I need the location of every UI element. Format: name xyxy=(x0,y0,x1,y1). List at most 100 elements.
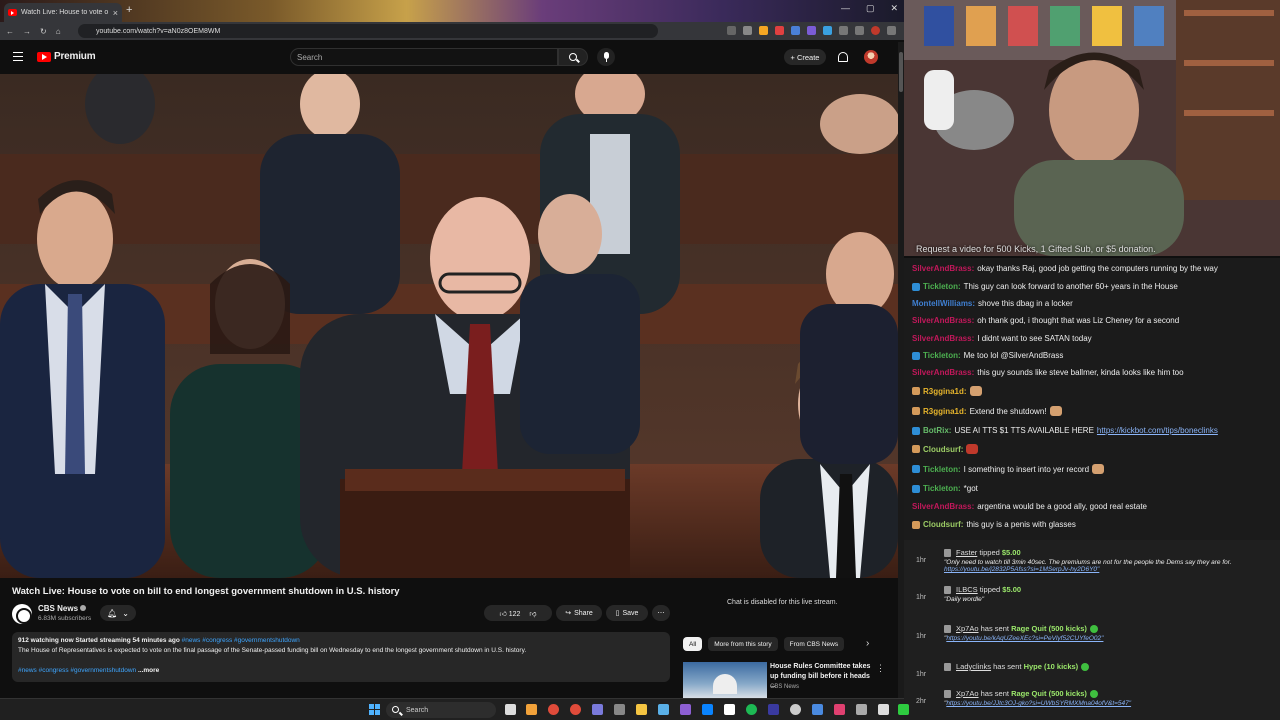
account-avatar[interactable] xyxy=(864,50,878,64)
channel-avatar[interactable] xyxy=(12,604,32,624)
minimize-button[interactable]: — xyxy=(841,3,850,14)
app-icon[interactable] xyxy=(526,704,537,715)
app-icon[interactable] xyxy=(812,704,823,715)
channel-name-text: CBS News xyxy=(38,604,79,613)
show-more-link[interactable]: ...more xyxy=(138,667,159,674)
chip-all[interactable]: All xyxy=(683,637,703,651)
windows-start-icon[interactable] xyxy=(369,704,380,715)
chat-username[interactable]: R3ggina1d: xyxy=(923,407,967,416)
url-field[interactable]: youtube.com/watch?v=aN0z8OEM8WM xyxy=(78,24,658,38)
chip-from-cbs-news[interactable]: From CBS News xyxy=(783,637,845,651)
task-view-icon[interactable] xyxy=(505,704,516,715)
back-icon[interactable]: ← xyxy=(6,27,14,36)
donor-name[interactable]: Xp7Ao xyxy=(956,689,979,698)
search-button[interactable] xyxy=(558,48,588,66)
video-player[interactable] xyxy=(0,74,898,578)
donation-link[interactable]: https://youtu.be/JJtc3OJ-gko?si=UWbSYRMX… xyxy=(946,700,1131,707)
chat-username[interactable]: SilverAndBrass: xyxy=(912,334,974,343)
spotify-icon[interactable] xyxy=(746,704,757,715)
chat-username[interactable]: Cloudsurf: xyxy=(923,445,963,454)
chat-username[interactable]: R3ggina1d: xyxy=(923,387,967,396)
description-box[interactable]: 912 watching now Started streaming 54 mi… xyxy=(12,632,670,682)
new-tab-button[interactable]: + xyxy=(126,4,132,16)
share-button[interactable]: ↪ Share xyxy=(556,605,602,621)
extension-icon[interactable] xyxy=(791,26,800,35)
save-button[interactable]: ▯ Save xyxy=(606,605,648,621)
chat-username[interactable]: BotRix: xyxy=(923,426,951,435)
dislike-button[interactable]: 👎︎ xyxy=(529,609,536,618)
chip-more-from-story[interactable]: More from this story xyxy=(708,637,778,651)
chrome-icon[interactable] xyxy=(548,704,559,715)
chrome-icon[interactable] xyxy=(570,704,581,715)
chat-username[interactable]: SilverAndBrass: xyxy=(912,264,974,273)
file-explorer-icon[interactable] xyxy=(636,704,647,715)
create-button[interactable]: + Create xyxy=(784,49,826,65)
app-icon[interactable] xyxy=(658,704,669,715)
forward-icon[interactable]: → xyxy=(23,27,31,36)
donation-link[interactable]: https://youtu.be/j2832P5Afss?si=1MSerpJv… xyxy=(944,566,1099,573)
extension-icon[interactable] xyxy=(807,26,816,35)
app-icon[interactable] xyxy=(898,704,909,715)
sidepanel-icon[interactable] xyxy=(855,26,864,35)
close-window-button[interactable]: ✕ xyxy=(890,3,898,14)
donor-name[interactable]: Faster xyxy=(956,548,977,557)
chat-username[interactable]: Cloudsurf: xyxy=(923,520,963,529)
extension-icon[interactable] xyxy=(759,26,768,35)
app-icon[interactable] xyxy=(790,704,801,715)
voice-search-mic-icon[interactable] xyxy=(597,48,615,66)
puzzle-icon[interactable] xyxy=(839,26,848,35)
subscription-bell-button[interactable]: 🔔︎ ⌄ xyxy=(100,605,136,621)
donor-name[interactable]: Xp7Ao xyxy=(956,624,979,633)
app-icon[interactable] xyxy=(834,704,845,715)
donor-name[interactable]: ILBCS xyxy=(956,585,978,594)
edge-icon[interactable] xyxy=(702,704,713,715)
app-icon[interactable] xyxy=(614,704,625,715)
share-icon: ↪ xyxy=(565,610,572,617)
extension-icon[interactable] xyxy=(823,26,832,35)
hamburger-menu-icon[interactable] xyxy=(13,52,23,61)
youtube-premium-logo[interactable]: Premium xyxy=(37,51,96,62)
channel-name[interactable]: CBS News xyxy=(38,604,87,613)
chat-username[interactable]: Tickleton: xyxy=(923,282,961,291)
app-icon[interactable] xyxy=(592,704,603,715)
hashtags-top[interactable]: #news #congress #governmentshutdown xyxy=(182,637,300,644)
app-icon[interactable] xyxy=(878,704,889,715)
chat-username[interactable]: SilverAndBrass: xyxy=(912,316,974,325)
reload-icon[interactable]: ↻ xyxy=(40,27,47,36)
browser-tab[interactable]: Watch Live: House to vote o × xyxy=(4,3,122,22)
home-icon[interactable]: ⌂ xyxy=(56,27,61,36)
app-icon[interactable] xyxy=(856,704,867,715)
bookmark-star-icon[interactable] xyxy=(743,26,752,35)
scrollbar-thumb[interactable] xyxy=(899,52,903,92)
chat-link[interactable]: https://kickbot.com/tips/boneclinks xyxy=(1097,426,1218,435)
donor-name[interactable]: Ladyclinks xyxy=(956,662,991,671)
kebab-menu-icon[interactable] xyxy=(887,26,896,35)
app-icon[interactable] xyxy=(680,704,691,715)
related-chips: All More from this story From CBS News xyxy=(683,637,845,651)
chevron-right-icon[interactable]: › xyxy=(866,638,869,649)
notifications-bell-icon[interactable] xyxy=(838,52,848,62)
tab-close-icon[interactable]: × xyxy=(113,8,118,18)
chat-username[interactable]: SilverAndBrass: xyxy=(912,368,974,377)
profile-icon[interactable] xyxy=(871,26,880,35)
chat-username[interactable]: Tickleton: xyxy=(923,351,961,360)
search-input[interactable]: Search xyxy=(290,48,558,66)
extension-icon[interactable] xyxy=(775,26,784,35)
taskbar-search-input[interactable]: Search xyxy=(386,702,496,718)
recommended-thumbnail[interactable] xyxy=(683,662,767,698)
more-actions-button[interactable]: ⋯ xyxy=(652,605,670,621)
chat-username[interactable]: MontellWilliams: xyxy=(912,299,975,308)
extension-icon[interactable] xyxy=(727,26,736,35)
recommended-menu-icon[interactable]: ⋮ xyxy=(876,663,885,674)
chat-username[interactable]: Tickleton: xyxy=(923,465,961,474)
maximize-button[interactable]: ▢ xyxy=(866,3,875,14)
like-button[interactable]: 👍︎ 122 xyxy=(499,609,520,618)
donation-item: 1hr Xp7Ao has sent Rage Quit (500 kicks) "… xyxy=(904,623,1280,657)
app-icon[interactable] xyxy=(768,704,779,715)
hashtags-bottom[interactable]: #news #congress #governmentshutdown xyxy=(18,667,136,674)
donation-link[interactable]: https://youtu.be/kAqUZeeXEc?si=PeVlyf52C… xyxy=(946,635,1103,642)
chat-username[interactable]: SilverAndBrass: xyxy=(912,502,974,511)
app-icon[interactable] xyxy=(724,704,735,715)
bell-icon: 🔔︎ xyxy=(107,608,118,618)
chat-username[interactable]: Tickleton: xyxy=(923,484,961,493)
